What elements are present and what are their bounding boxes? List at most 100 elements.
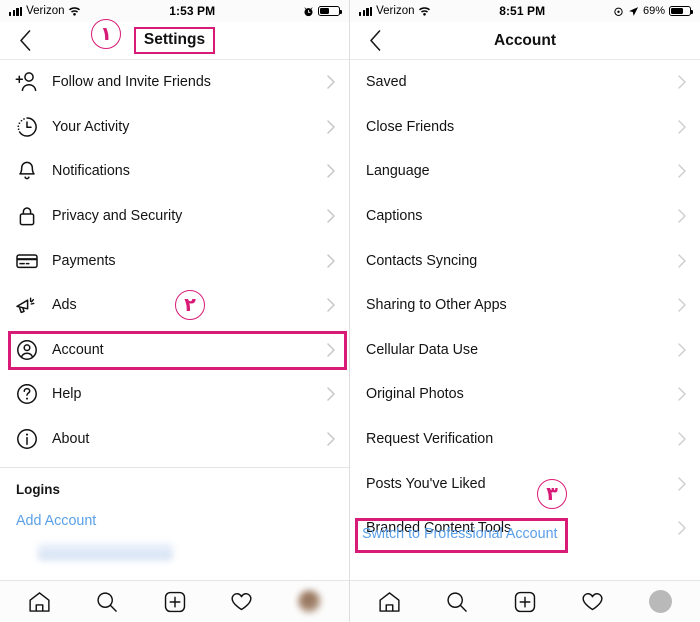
tab-new-post[interactable] bbox=[141, 581, 208, 622]
tab-profile[interactable] bbox=[276, 581, 343, 622]
bell-icon bbox=[14, 158, 40, 184]
right-status-bar: Verizon 8:51 PM 69% bbox=[350, 0, 700, 22]
list-item-label: Captions bbox=[366, 208, 423, 225]
chevron-right-icon bbox=[327, 253, 335, 268]
sidebar-item-label: Notifications bbox=[52, 163, 130, 180]
activity-clock-icon bbox=[14, 114, 40, 140]
battery-icon bbox=[669, 5, 694, 17]
list-item-sharing-to-other-apps[interactable]: Sharing to Other Apps bbox=[350, 282, 700, 328]
location-arrow-icon bbox=[628, 6, 639, 17]
chevron-right-icon bbox=[678, 164, 686, 179]
tab-home[interactable] bbox=[6, 581, 73, 622]
chevron-right-icon bbox=[327, 75, 335, 90]
tab-home[interactable] bbox=[356, 581, 424, 622]
list-item-original-photos[interactable]: Original Photos bbox=[350, 372, 700, 417]
list-item-close-friends[interactable]: Close Friends bbox=[350, 104, 700, 150]
list-item-captions[interactable]: Captions bbox=[350, 193, 700, 239]
heart-icon bbox=[581, 591, 604, 612]
list-item-posts-youve-liked[interactable]: Posts You've Liked bbox=[350, 461, 700, 506]
page-title: Account bbox=[494, 31, 556, 49]
sidebar-item-help[interactable]: Help bbox=[0, 372, 349, 417]
list-item-language[interactable]: Language bbox=[350, 149, 700, 194]
heart-icon bbox=[230, 591, 253, 612]
profile-avatar-icon bbox=[648, 590, 672, 613]
back-button[interactable] bbox=[358, 22, 392, 59]
sidebar-item-account[interactable]: Account bbox=[0, 327, 349, 373]
chevron-right-icon bbox=[678, 209, 686, 223]
tab-profile[interactable] bbox=[626, 581, 694, 622]
chevron-right-icon bbox=[678, 253, 686, 268]
tab-search[interactable] bbox=[73, 581, 140, 622]
question-circle-icon bbox=[14, 381, 40, 407]
list-item-label: Original Photos bbox=[366, 386, 464, 403]
list-item-label: Sharing to Other Apps bbox=[366, 297, 507, 314]
chevron-right-icon bbox=[678, 298, 686, 312]
signal-bars-icon bbox=[359, 6, 373, 16]
list-item-contacts-syncing[interactable]: Contacts Syncing bbox=[350, 238, 700, 283]
logins-section-title: Logins bbox=[16, 482, 60, 498]
right-nav-header: Account bbox=[350, 22, 700, 60]
lock-icon bbox=[14, 203, 40, 229]
chevron-right-icon bbox=[327, 164, 335, 179]
page-title: Settings bbox=[133, 27, 216, 54]
sidebar-item-label: Your Activity bbox=[52, 118, 130, 135]
alarm-clock-icon bbox=[613, 6, 624, 17]
blurred-login-entry[interactable] bbox=[38, 543, 173, 561]
list-item-cellular-data-use[interactable]: Cellular Data Use bbox=[350, 327, 700, 373]
left-tab-bar bbox=[0, 580, 349, 622]
list-item-label: Language bbox=[366, 163, 430, 180]
tab-search[interactable] bbox=[424, 581, 492, 622]
tab-activity[interactable] bbox=[208, 581, 275, 622]
sidebar-item-notifications[interactable]: Notifications bbox=[0, 149, 349, 194]
list-item-label: Cellular Data Use bbox=[366, 341, 479, 358]
back-button[interactable] bbox=[8, 22, 42, 59]
search-icon bbox=[96, 591, 118, 613]
add-person-icon bbox=[14, 69, 40, 95]
list-item-saved[interactable]: Saved bbox=[350, 60, 700, 105]
wifi-icon bbox=[418, 6, 431, 16]
new-post-plus-icon bbox=[514, 591, 536, 613]
left-nav-header: Settings bbox=[0, 22, 349, 60]
chevron-right-icon bbox=[678, 75, 686, 89]
megaphone-icon bbox=[14, 292, 40, 318]
add-account-link[interactable]: Add Account bbox=[0, 497, 349, 529]
chevron-right-icon bbox=[678, 476, 686, 491]
credit-card-icon bbox=[14, 248, 40, 274]
switch-to-professional-account-link[interactable]: Switch to Professional Account bbox=[362, 526, 558, 542]
sidebar-item-label: Account bbox=[52, 341, 104, 358]
battery-percent-label: 69% bbox=[642, 5, 665, 17]
chevron-right-icon bbox=[678, 521, 686, 535]
chevron-right-icon bbox=[678, 432, 686, 446]
account-list: Saved Close Friends Language Captions Co… bbox=[350, 60, 700, 551]
chevron-right-icon bbox=[678, 343, 686, 357]
sidebar-item-label: Help bbox=[52, 386, 82, 403]
annotation-marker-3: ۳ bbox=[537, 479, 567, 509]
sidebar-item-your-activity[interactable]: Your Activity bbox=[0, 104, 349, 150]
info-circle-icon bbox=[14, 426, 40, 452]
tab-activity[interactable] bbox=[559, 581, 627, 622]
list-item-request-verification[interactable]: Request Verification bbox=[350, 416, 700, 462]
tutorial-screenshot: Verizon 1:53 PM Settings Follow and Invi… bbox=[0, 0, 700, 622]
chevron-right-icon bbox=[327, 298, 335, 313]
list-item-label: Request Verification bbox=[366, 431, 494, 448]
chevron-right-icon bbox=[678, 387, 686, 402]
carrier-label: Verizon bbox=[26, 5, 65, 17]
battery-icon bbox=[318, 5, 343, 17]
chevron-right-icon bbox=[327, 120, 335, 134]
chevron-right-icon bbox=[327, 432, 335, 446]
tab-new-post[interactable] bbox=[491, 581, 559, 622]
annotation-marker-2: ۲ bbox=[175, 290, 205, 320]
right-tab-bar bbox=[350, 580, 700, 622]
sidebar-item-follow-and-invite-friends[interactable]: Follow and Invite Friends bbox=[0, 60, 349, 105]
sidebar-item-privacy-and-security[interactable]: Privacy and Security bbox=[0, 193, 349, 239]
carrier-label: Verizon bbox=[376, 5, 415, 17]
left-phone-panel: Verizon 1:53 PM Settings Follow and Invi… bbox=[0, 0, 350, 622]
new-post-plus-icon bbox=[164, 591, 186, 613]
sidebar-item-label: Payments bbox=[52, 252, 116, 269]
sidebar-item-payments[interactable]: Payments bbox=[0, 238, 349, 283]
account-circle-icon bbox=[14, 337, 40, 363]
wifi-icon bbox=[68, 6, 81, 16]
clock-label: 1:53 PM bbox=[169, 4, 216, 18]
sidebar-item-about[interactable]: About bbox=[0, 416, 349, 462]
sidebar-item-label: About bbox=[52, 431, 90, 448]
